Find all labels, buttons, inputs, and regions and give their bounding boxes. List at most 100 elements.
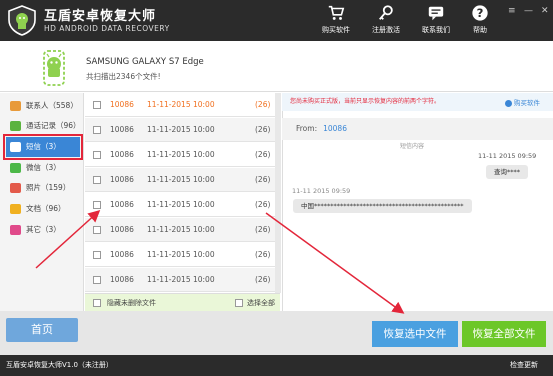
register-button[interactable]: 注册激活 [364,4,408,38]
buy-link[interactable]: 购买软件 [505,97,540,107]
row-number: 10086 [110,125,134,134]
sidebar-item-label: 短信（3） [26,142,61,151]
list-item[interactable]: 10086 11-11-2015 10:00 (26) [85,218,280,242]
message-bubble: 查询**** [486,165,528,179]
home-button[interactable]: 首页 [6,318,78,342]
row-count: (26) [255,275,271,284]
shield-logo-icon [8,5,36,36]
row-count: (26) [255,100,271,109]
message-timestamp: 11-11 2015 09:59 [292,187,351,195]
android-phone-icon [43,50,65,86]
buy-link-label: 购买软件 [514,99,540,107]
row-count: (26) [255,225,271,234]
close-button[interactable]: ✕ [541,6,549,16]
title-bar: 互盾安卓恢复大师 HD ANDROID DATA RECOVERY 购买软件 注… [0,0,553,41]
buy-software-label: 购买软件 [322,26,350,34]
row-number: 10086 [110,275,134,284]
row-number: 10086 [110,225,134,234]
recover-all-button[interactable]: 恢复全部文件 [462,321,546,347]
row-date: 11-11-2015 10:00 [147,100,215,109]
scan-count: 共扫描出2346个文件! [86,72,161,81]
sidebar-item-label: 通话记录（96） [26,121,81,130]
cart-icon [328,5,345,20]
document-icon [10,204,21,214]
device-panel [0,41,553,92]
sidebar-item-photos[interactable]: 照片（159） [6,178,80,198]
list-item[interactable]: 10086 11-11-2015 10:00 (26) [85,118,280,142]
hide-deleted-label: 隐藏未删除文件 [107,299,156,307]
sidebar-item-calls[interactable]: 通话记录（96） [6,116,81,136]
help-button[interactable]: ? 帮助 [458,4,502,38]
recover-selected-button[interactable]: 恢复选中文件 [372,321,458,347]
row-checkbox[interactable] [93,151,101,159]
sidebar-item-wechat[interactable]: 微信（3） [6,158,80,178]
check-update-link[interactable]: 检查更新 [510,355,538,376]
row-checkbox[interactable] [93,276,101,284]
sidebar-item-label: 照片（159） [26,183,71,192]
row-checkbox[interactable] [93,176,101,184]
row-count: (26) [255,200,271,209]
sidebar-item-label: 微信（3） [26,163,61,172]
key-icon [379,5,393,20]
contacts-icon [10,101,21,111]
sidebar-item-label: 文档（96） [26,204,66,213]
sidebar-item-contacts[interactable]: 联系人（558） [6,96,80,116]
help-icon: ? [472,5,488,21]
chat-icon [428,6,444,21]
wechat-icon [10,163,21,173]
from-value: 10086 [323,124,347,133]
info-icon [505,99,512,107]
hide-deleted-checkbox[interactable] [93,299,101,307]
from-bar: From: 10086 [282,118,553,140]
device-name: SAMSUNG GALAXY S7 Edge [86,57,204,67]
row-date: 11-11-2015 10:00 [147,125,215,134]
version-label: 互盾安卓恢复大师V1.0（未注册） [6,361,113,369]
row-checkbox[interactable] [93,126,101,134]
svg-text:?: ? [477,6,484,20]
list-item[interactable]: 10086 11-11-2015 10:00 (26) [85,268,280,292]
row-date: 11-11-2015 10:00 [147,200,215,209]
sidebar-item-documents[interactable]: 文档（96） [6,199,80,219]
list-scrollbar[interactable] [275,93,281,293]
row-number: 10086 [110,175,134,184]
sidebar-item-label: 联系人（558） [26,101,78,110]
row-checkbox[interactable] [93,226,101,234]
sidebar-item-label: 其它（3） [26,225,61,234]
minimize-button[interactable]: — [524,6,533,16]
list-footer: 隐藏未删除文件 选择全部 [85,293,280,311]
menu-icon[interactable]: ≡ [508,6,516,16]
list-item[interactable]: 10086 11-11-2015 10:00 (26) [85,93,280,117]
row-checkbox[interactable] [93,201,101,209]
row-number: 10086 [110,150,134,159]
list-item[interactable]: 10086 11-11-2015 10:00 (26) [85,193,280,217]
list-item[interactable]: 10086 11-11-2015 10:00 (26) [85,143,280,167]
row-checkbox[interactable] [93,101,101,109]
other-icon [10,225,21,235]
sidebar-item-other[interactable]: 其它（3） [6,220,80,240]
sidebar-item-sms[interactable]: 短信（3） [3,134,83,160]
from-label: From: [296,124,318,133]
row-date: 11-11-2015 10:00 [147,175,215,184]
message-timestamp: 11-11 2015 09:59 [478,152,537,160]
list-item[interactable]: 10086 11-11-2015 10:00 (26) [85,168,280,192]
row-count: (26) [255,125,271,134]
row-number: 10086 [110,200,134,209]
row-number: 10086 [110,100,134,109]
status-bar: 互盾安卓恢复大师V1.0（未注册） 检查更新 [0,355,553,376]
select-all-label: 选择全部 [247,299,275,307]
contact-button[interactable]: 联系我们 [414,4,458,38]
row-date: 11-11-2015 10:00 [147,225,215,234]
row-count: (26) [255,250,271,259]
select-all-checkbox[interactable] [235,299,243,307]
register-label: 注册激活 [372,26,400,34]
row-date: 11-11-2015 10:00 [147,250,215,259]
message-bubble: 中国**************************************… [293,199,472,213]
row-checkbox[interactable] [93,251,101,259]
row-date: 11-11-2015 10:00 [147,150,215,159]
photo-icon [10,183,21,193]
separator-label: 短信内容 [400,143,425,150]
list-item[interactable]: 10086 11-11-2015 10:00 (26) [85,243,280,267]
sidebar: 联系人（558） 通话记录（96） 短信（3） 微信（3） 照片（159） 文档… [0,93,84,311]
row-count: (26) [255,150,271,159]
buy-software-button[interactable]: 购买软件 [314,4,358,38]
